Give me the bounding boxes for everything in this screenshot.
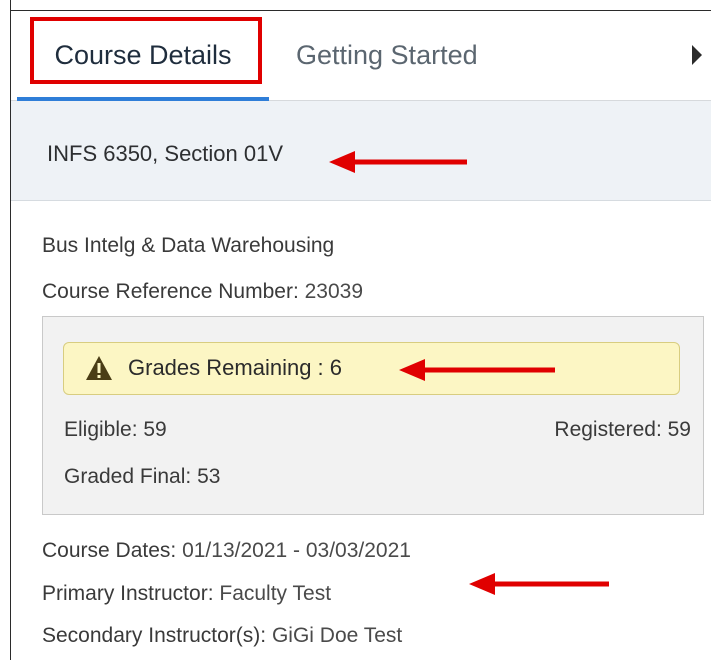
- grades-summary-box: Grades Remaining : 6 Eligible: 59 Regist…: [42, 316, 704, 515]
- course-dates: Course Dates: 01/13/2021 - 03/03/2021: [42, 539, 411, 563]
- annotation-highlight-box: [30, 17, 262, 84]
- section-header: INFS 6350, Section 01V: [11, 101, 711, 201]
- section-title: INFS 6350, Section 01V: [47, 141, 284, 166]
- course-reference-number: Course Reference Number: 23039: [42, 280, 363, 304]
- course-dates-label: Course Dates:: [42, 539, 177, 562]
- graded-final-count: Graded Final: 53: [64, 465, 221, 488]
- grades-remaining-text: Grades Remaining : 6: [128, 355, 342, 380]
- crn-label: Course Reference Number:: [42, 280, 299, 303]
- tab-getting-started[interactable]: Getting Started: [296, 11, 478, 100]
- tab-getting-started-label: Getting Started: [296, 40, 478, 70]
- course-dates-value: 01/13/2021 - 03/03/2021: [182, 539, 411, 562]
- red-arrow-icon: [399, 359, 555, 381]
- secondary-instructors: Secondary Instructor(s): GiGi Doe Test: [42, 624, 402, 648]
- course-name: Bus Intelg & Data Warehousing: [42, 234, 335, 257]
- tab-bar: Course Details Getting Started: [11, 11, 711, 101]
- course-details-panel: Course Details Getting Started INFS 6350…: [11, 11, 711, 660]
- secondary-instructors-value: GiGi Doe Test: [271, 624, 403, 647]
- red-arrow-icon: [329, 151, 467, 173]
- primary-instructor-value: Faculty Test: [219, 582, 332, 605]
- registered-count: Registered: 59: [554, 418, 691, 441]
- crn-value: 23039: [304, 280, 364, 303]
- secondary-instructors-label: Secondary Instructor(s):: [42, 624, 267, 647]
- tab-scroll-right-button[interactable]: [683, 38, 711, 72]
- primary-instructor-label: Primary Instructor:: [42, 582, 214, 605]
- eligible-count: Eligible: 59: [64, 418, 167, 441]
- red-arrow-icon: [469, 573, 609, 595]
- primary-instructor: Primary Instructor: Faculty Test: [42, 582, 331, 606]
- caret-right-icon: [692, 45, 702, 65]
- warning-triangle-icon: [86, 356, 112, 380]
- grades-remaining-alert: Grades Remaining : 6: [63, 342, 680, 395]
